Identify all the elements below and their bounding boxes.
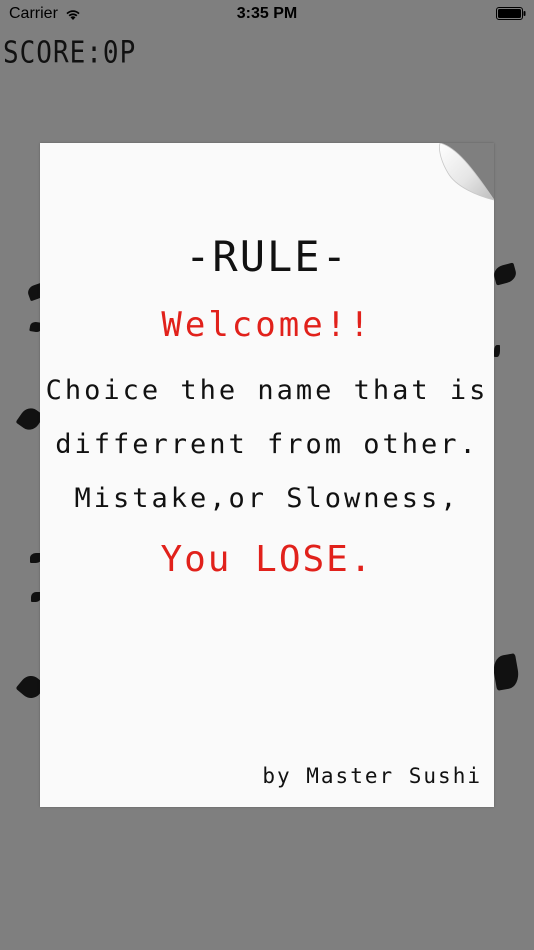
score-display: SCORE:0P bbox=[3, 36, 137, 71]
lose-word: LOSE. bbox=[255, 539, 374, 580]
rule-line-1: Choice the name that is bbox=[45, 375, 489, 406]
welcome-text: Welcome!! bbox=[161, 305, 373, 345]
rule-line-3: Mistake,or Slowness, bbox=[74, 483, 460, 514]
status-bar: Carrier 3:35 PM bbox=[0, 0, 534, 28]
page-curl-icon bbox=[439, 143, 494, 201]
lose-message: You LOSE. bbox=[40, 539, 494, 580]
battery-icon bbox=[496, 7, 526, 20]
lose-prefix: You bbox=[160, 539, 256, 580]
rule-line-2: differrent from other. bbox=[55, 429, 479, 460]
brush-stroke-decoration bbox=[492, 262, 518, 286]
status-time: 3:35 PM bbox=[236, 5, 298, 22]
rules-card[interactable]: -RULE- Welcome!! Choice the name that is… bbox=[40, 143, 494, 807]
brush-stroke-decoration bbox=[491, 653, 521, 691]
credit-text: by Master Sushi bbox=[262, 764, 482, 788]
brush-stroke-decoration bbox=[494, 345, 500, 357]
rule-title: -RULE- bbox=[185, 232, 349, 281]
